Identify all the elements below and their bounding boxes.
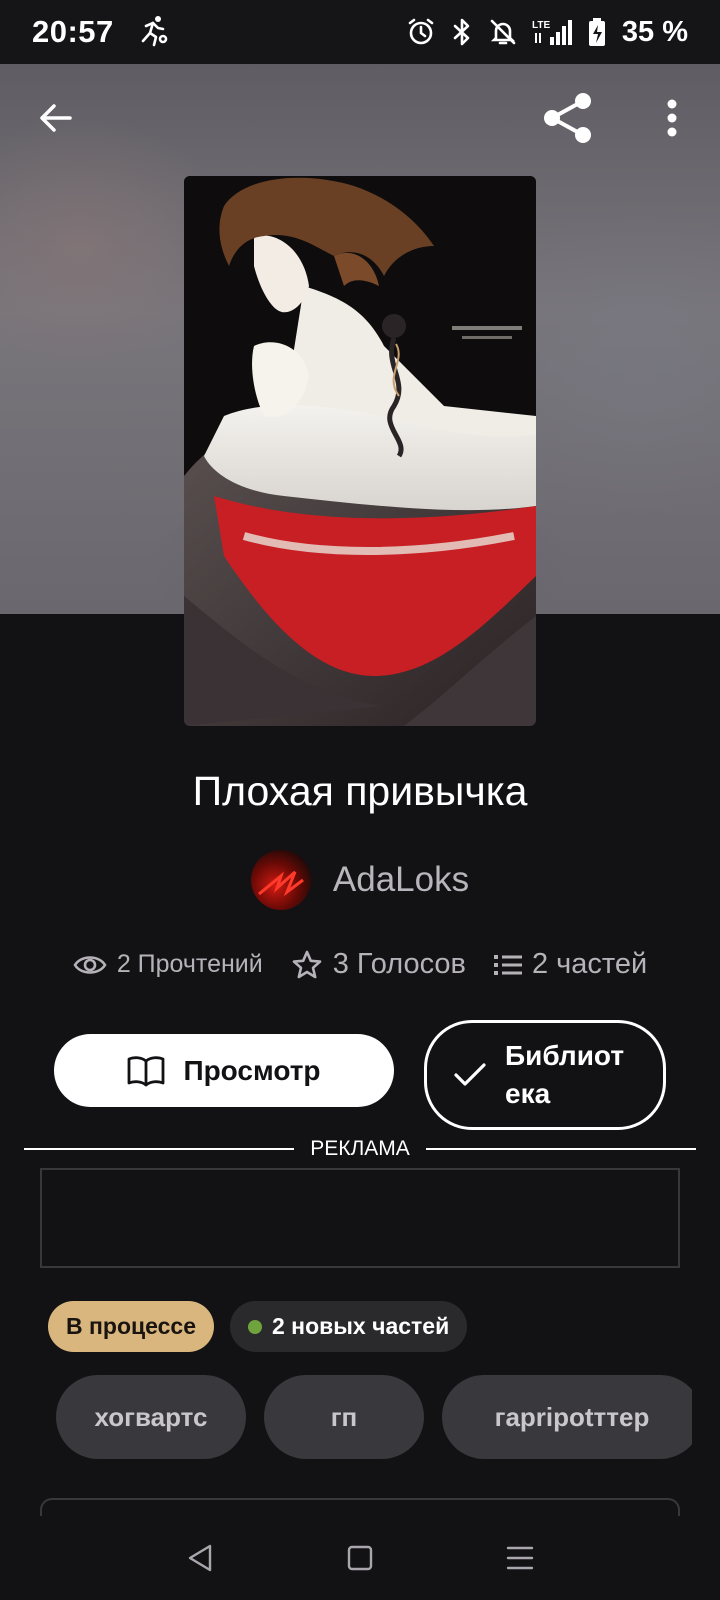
divider-line [425, 1148, 697, 1150]
alarm-icon [406, 17, 436, 47]
status-badges: В процессе 2 новых частей [48, 1301, 468, 1352]
menu-lines-icon [506, 1546, 534, 1570]
divider-line [24, 1148, 295, 1150]
book-stats: 2 Прочтений 3 Голосов 2 частей [0, 948, 720, 981]
star-icon [292, 950, 322, 978]
nav-back-button[interactable] [170, 1528, 230, 1588]
view-button-label: Просмотр [183, 1054, 321, 1086]
system-nav-bar [0, 1516, 720, 1600]
book-open-icon [128, 1055, 165, 1086]
tag-chip[interactable]: гарripotттер [442, 1375, 692, 1459]
triangle-back-icon [188, 1544, 212, 1572]
new-indicator-dot [248, 1319, 262, 1334]
author-row[interactable]: AdaLoks [0, 850, 720, 910]
square-home-icon [347, 1545, 373, 1571]
parts-stat: 2 частей [493, 948, 648, 981]
nav-recents-button[interactable] [490, 1528, 550, 1588]
arrow-left-icon [40, 104, 72, 132]
more-options-button[interactable] [648, 90, 696, 146]
status-bar: 20:57 LTE 35 % [0, 0, 720, 64]
nav-home-button[interactable] [330, 1528, 390, 1588]
view-button[interactable]: Просмотр [54, 1034, 394, 1107]
signal-icon: LTE [532, 17, 574, 47]
tag-chip[interactable]: гп [264, 1375, 424, 1459]
more-vertical-icon [667, 99, 677, 137]
author-name[interactable]: AdaLoks [333, 860, 469, 900]
share-icon [544, 93, 591, 143]
new-parts-label: 2 новых частей [272, 1313, 450, 1339]
tags-row: хогвартс гп гарripotттер [56, 1375, 692, 1459]
notifications-muted-icon [488, 17, 518, 47]
tag-chip[interactable]: хогвартс [56, 1375, 246, 1459]
new-parts-badge: 2 новых частей [230, 1301, 468, 1352]
status-time: 20:57 [32, 14, 114, 49]
eye-icon [73, 955, 107, 974]
svg-text:LTE: LTE [532, 20, 550, 31]
parts-count: 2 частей [531, 948, 648, 980]
share-button[interactable] [538, 88, 598, 148]
reads-count: 2 Прочтений [116, 950, 263, 978]
ad-divider: РЕКЛАМА [24, 1137, 697, 1161]
votes-stat: 3 Голосов [291, 948, 466, 981]
ad-container[interactable] [40, 1168, 680, 1268]
book-title: Плохая привычка [192, 768, 528, 814]
book-cover-image [184, 176, 536, 726]
running-person-icon [136, 13, 170, 52]
top-app-bar [0, 64, 720, 176]
bluetooth-icon [450, 17, 474, 47]
library-button-label: Библиотека [505, 1040, 625, 1109]
list-icon [493, 954, 522, 975]
description-card [40, 1498, 680, 1518]
ad-label: РЕКЛАМА [310, 1137, 410, 1160]
votes-count: 3 Голосов [332, 948, 466, 980]
battery-percent: 35 % [621, 15, 688, 48]
reads-stat: 2 Прочтений [73, 950, 263, 979]
back-button[interactable] [28, 90, 84, 146]
status-badge: В процессе [48, 1301, 214, 1352]
battery-icon [588, 17, 606, 47]
check-icon [454, 1063, 486, 1086]
author-avatar[interactable] [250, 850, 311, 910]
library-button[interactable]: Библиотека [424, 1020, 666, 1130]
